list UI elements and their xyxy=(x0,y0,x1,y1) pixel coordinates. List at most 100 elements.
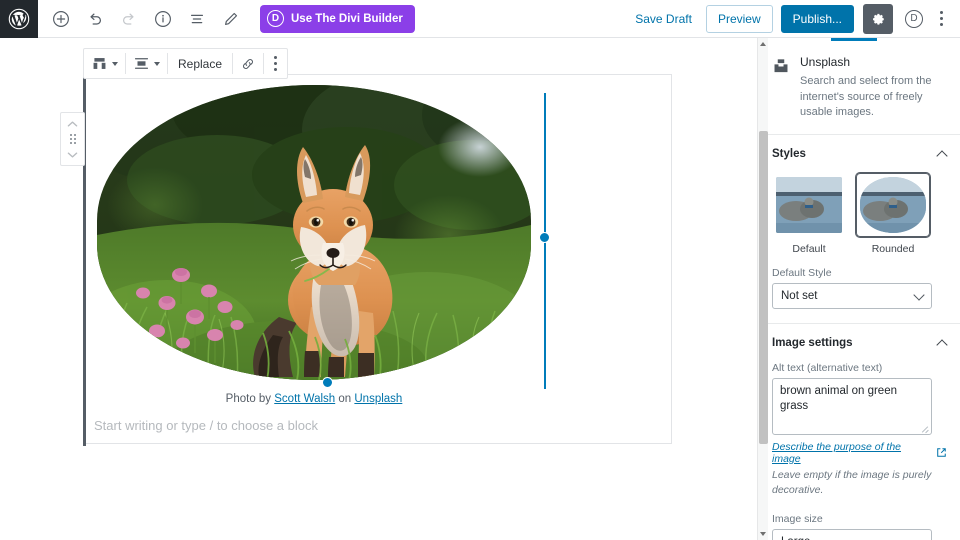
chevron-down-icon xyxy=(67,151,78,158)
dot xyxy=(939,11,943,14)
caption-source-link[interactable]: Unsplash xyxy=(354,393,402,405)
caption-author-link[interactable]: Scott Walsh xyxy=(274,393,335,405)
describe-image-link-label: Describe the purpose of the image xyxy=(772,440,901,465)
chevron-down-icon xyxy=(914,291,923,300)
fox-image[interactable] xyxy=(97,85,531,380)
align-button[interactable] xyxy=(126,49,167,78)
grip-dot xyxy=(73,138,76,140)
image-size-value: Large xyxy=(781,536,810,540)
sidebar-block-title: Unsplash xyxy=(800,55,851,69)
save-draft-button[interactable]: Save Draft xyxy=(625,3,702,35)
describe-image-link[interactable]: Describe the purpose of the image xyxy=(772,441,947,465)
style-option-rounded[interactable]: Rounded xyxy=(856,172,930,255)
move-block-up-button[interactable] xyxy=(63,116,83,131)
sidebar-block-header: Unsplash Search and select from the inte… xyxy=(758,41,960,135)
dot xyxy=(939,17,943,20)
redo-button[interactable] xyxy=(114,4,144,34)
style-thumb-wrapper xyxy=(856,172,930,237)
dot xyxy=(274,56,278,59)
chevron-down-icon xyxy=(154,61,160,66)
list-view-button[interactable] xyxy=(182,4,212,34)
block-type-button[interactable] xyxy=(84,49,125,78)
external-link-icon xyxy=(937,448,946,458)
grip-dot xyxy=(73,134,76,136)
style-options-row: Default Rounded xyxy=(772,172,947,255)
image-settings-panel-header[interactable]: Image settings xyxy=(772,324,947,360)
sidebar-scrollbar[interactable] xyxy=(757,38,768,540)
image-settings-panel-title: Image settings xyxy=(772,336,853,349)
publish-button[interactable]: Publish... xyxy=(780,4,854,33)
image-settings-panel: Image settings Alt text (alternative tex… xyxy=(758,324,960,540)
image-block[interactable]: Photo by Scott Walsh on Unsplash xyxy=(83,74,672,446)
style-option-default[interactable]: Default xyxy=(772,173,846,255)
link-icon xyxy=(243,58,253,69)
image-figure: Photo by Scott Walsh on Unsplash xyxy=(97,85,550,405)
grip-dot xyxy=(69,138,72,140)
scroll-down-arrow-icon[interactable] xyxy=(760,532,766,536)
default-style-label: Default Style xyxy=(772,266,832,279)
sidebar-header-text: Unsplash Search and select from the inte… xyxy=(800,55,947,121)
block-more-options-button[interactable] xyxy=(264,49,287,78)
dot xyxy=(274,62,278,65)
content-info-button[interactable] xyxy=(148,4,178,34)
dot xyxy=(274,68,278,71)
image-block-icon xyxy=(93,58,106,69)
image-size-select[interactable]: Large xyxy=(772,529,932,540)
top-bar-left-tools: D Use The Divi Builder xyxy=(38,0,415,38)
sidebar-scroll-area: Unsplash Search and select from the inte… xyxy=(758,41,960,540)
default-style-select[interactable]: Not set xyxy=(772,282,932,309)
add-block-button[interactable] xyxy=(46,4,76,34)
edit-mode-button[interactable] xyxy=(216,4,246,34)
block-toolbar: Replace xyxy=(83,48,289,79)
chevron-down-icon xyxy=(112,61,118,66)
divi-button-label: Use The Divi Builder xyxy=(291,12,403,25)
style-thumb-wrapper xyxy=(772,173,846,237)
caption-middle: on xyxy=(335,393,355,405)
editor-top-bar: D Use The Divi Builder Save Draft Previe… xyxy=(0,0,960,38)
preview-button[interactable]: Preview xyxy=(705,4,773,33)
sidebar-scrollbar-thumb[interactable] xyxy=(759,131,768,444)
chevron-up-icon[interactable] xyxy=(937,338,947,348)
editor-canvas: Replace Photo by Scott Walsh on Unsplash… xyxy=(0,38,757,520)
use-divi-builder-button[interactable]: D Use The Divi Builder xyxy=(260,4,415,33)
move-block-down-button[interactable] xyxy=(63,147,83,162)
default-style-value: Not set xyxy=(781,289,818,302)
chevron-up-icon[interactable] xyxy=(937,149,947,159)
caption-prefix: Photo by xyxy=(225,393,275,405)
more-options-button[interactable] xyxy=(928,4,954,34)
grip-dot xyxy=(69,134,72,136)
drag-handle-icon[interactable] xyxy=(69,133,77,145)
styles-panel-header[interactable]: Styles xyxy=(772,135,947,171)
image-size-label: Image size xyxy=(772,513,823,526)
insert-link-button[interactable] xyxy=(233,49,263,78)
alt-text-help-note: Leave empty if the image is purely decor… xyxy=(772,468,932,496)
style-label-rounded: Rounded xyxy=(871,242,915,255)
scroll-up-arrow-icon[interactable] xyxy=(760,42,766,46)
resize-handle-right[interactable] xyxy=(539,232,550,243)
resize-handle-bottom[interactable] xyxy=(322,377,333,388)
dot xyxy=(939,23,943,26)
settings-gear-button[interactable] xyxy=(863,3,893,34)
empty-paragraph-placeholder[interactable]: Start writing or type / to choose a bloc… xyxy=(94,418,318,433)
chevron-up-icon xyxy=(67,120,78,127)
textarea-resize-grip-icon[interactable] xyxy=(921,424,929,432)
divi-logo-icon: D xyxy=(267,10,284,27)
wordpress-logo-icon[interactable] xyxy=(0,0,38,38)
alt-text-value: brown animal on green grass xyxy=(780,384,897,412)
sidebar-block-description: Search and select from the internet's so… xyxy=(800,75,932,119)
style-preview-illustration xyxy=(860,176,926,233)
alt-text-input[interactable]: brown animal on green grass xyxy=(772,377,932,435)
alt-text-label: Alt text (alternative text) xyxy=(772,361,883,374)
wordpress-block-editor: D Use The Divi Builder Save Draft Previe… xyxy=(0,0,960,540)
styles-panel-title: Styles xyxy=(772,147,806,160)
divi-logo-icon: D xyxy=(905,9,923,28)
divi-settings-button[interactable]: D xyxy=(900,5,928,33)
replace-image-button[interactable]: Replace xyxy=(168,49,232,78)
style-thumb-default xyxy=(776,176,842,233)
grip-dot xyxy=(73,142,76,144)
block-settings-sidebar: Unsplash Search and select from the inte… xyxy=(757,38,960,540)
unsplash-icon xyxy=(772,57,790,121)
image-caption[interactable]: Photo by Scott Walsh on Unsplash xyxy=(97,393,531,405)
block-mover xyxy=(60,112,85,166)
undo-button[interactable] xyxy=(80,4,110,34)
